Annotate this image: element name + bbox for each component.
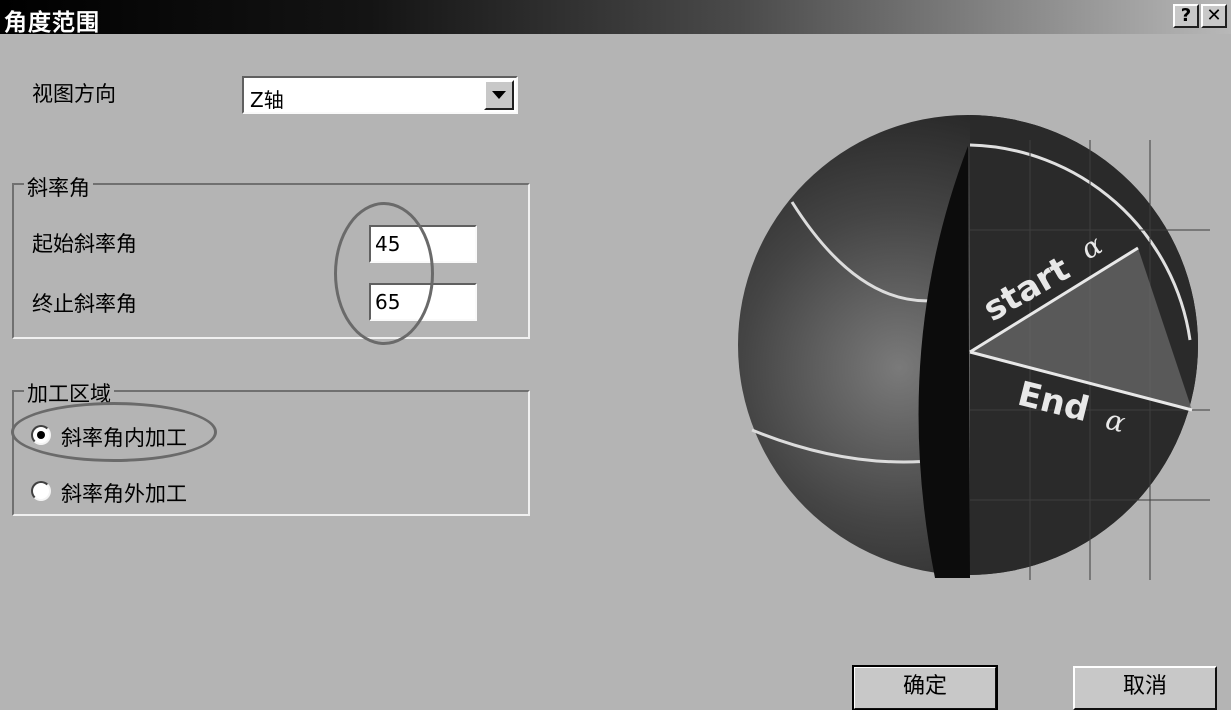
window-title: 角度范围 (4, 10, 100, 36)
start-slope-label: 起始斜率角 (32, 232, 137, 256)
inside-slope-label[interactable]: 斜率角内加工 (61, 422, 187, 452)
help-icon: ? (1180, 5, 1192, 26)
title-bar: 角度范围 ? ✕ (0, 0, 1231, 36)
start-slope-input[interactable] (369, 225, 477, 263)
end-slope-label: 终止斜率角 (32, 292, 137, 316)
slope-angle-group-title: 斜率角 (24, 172, 93, 202)
inside-slope-radio[interactable] (31, 425, 51, 445)
radio-selected-dot (37, 431, 45, 439)
view-direction-select[interactable]: Z轴 (242, 76, 518, 114)
cancel-button[interactable]: 取消 (1073, 666, 1217, 710)
dropdown-button[interactable] (484, 80, 514, 110)
outside-slope-radio[interactable] (31, 481, 51, 501)
slope-angle-sphere-diagram: start α End α (738, 115, 1210, 580)
chevron-down-icon (492, 91, 506, 99)
close-icon: ✕ (1206, 5, 1222, 26)
outside-slope-label[interactable]: 斜率角外加工 (61, 478, 187, 508)
help-button[interactable]: ? (1173, 4, 1199, 28)
view-direction-value: Z轴 (250, 88, 284, 112)
end-slope-input[interactable] (369, 283, 477, 321)
machining-region-group-title: 加工区域 (24, 378, 114, 408)
close-button[interactable]: ✕ (1201, 4, 1227, 28)
ok-button[interactable]: 确定 (852, 665, 998, 710)
view-direction-label: 视图方向 (32, 82, 116, 106)
